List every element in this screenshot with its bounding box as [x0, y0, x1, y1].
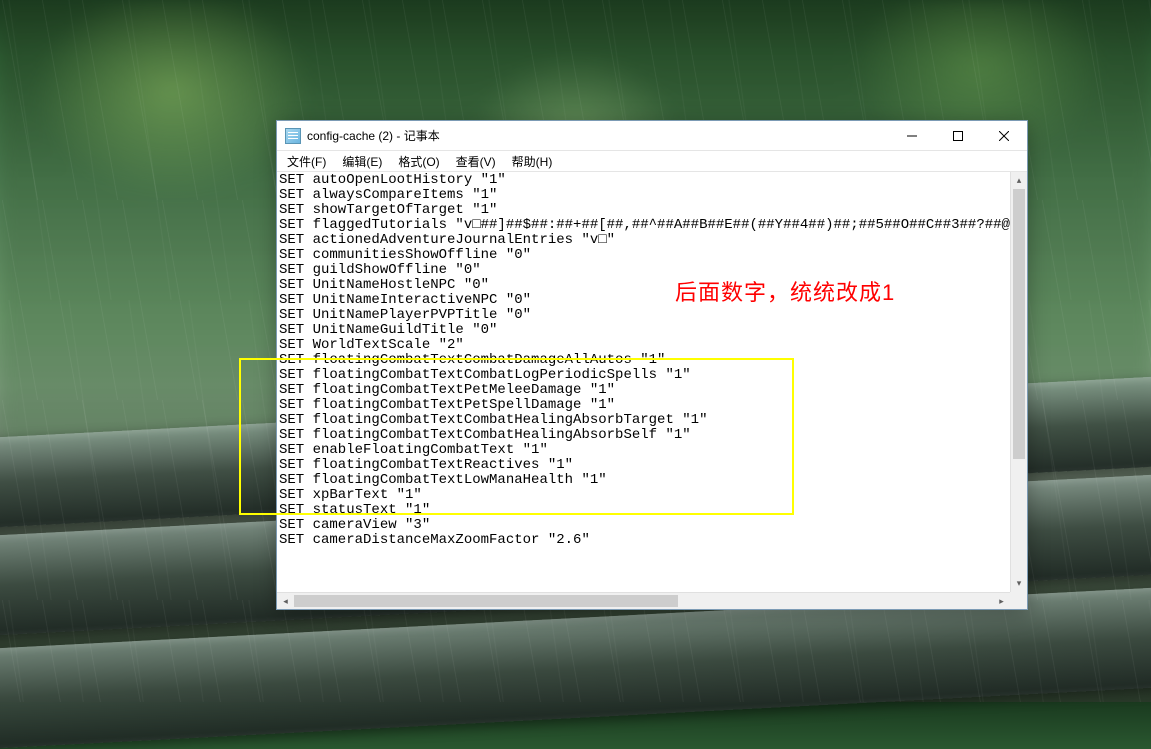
menu-edit[interactable]: 编辑(E): [334, 151, 390, 172]
menubar: 文件(F) 编辑(E) 格式(O) 查看(V) 帮助(H): [277, 151, 1027, 171]
menu-file[interactable]: 文件(F): [279, 151, 334, 172]
scroll-left-button[interactable]: ◂: [277, 593, 294, 609]
scroll-thumb-horizontal[interactable]: [294, 595, 678, 607]
scroll-right-button[interactable]: ▸: [993, 593, 1010, 609]
minimize-button[interactable]: [889, 121, 935, 151]
text-content[interactable]: SET autoOpenLootHistory "1" SET alwaysCo…: [277, 172, 1027, 609]
maximize-button[interactable]: [935, 121, 981, 151]
scroll-track-vertical[interactable]: [1011, 189, 1027, 575]
menu-help[interactable]: 帮助(H): [504, 151, 561, 172]
scrollbar-vertical[interactable]: ▴ ▾: [1010, 172, 1027, 592]
text-area-wrapper: SET autoOpenLootHistory "1" SET alwaysCo…: [277, 171, 1027, 609]
close-button[interactable]: [981, 121, 1027, 151]
menu-view[interactable]: 查看(V): [448, 151, 504, 172]
scroll-thumb-vertical[interactable]: [1013, 189, 1025, 459]
notepad-icon: [285, 128, 301, 144]
notepad-window: config-cache (2) - 记事本 文件(F) 编辑(E) 格式(O)…: [276, 120, 1028, 610]
window-title: config-cache (2) - 记事本: [307, 127, 440, 144]
scrollbar-horizontal[interactable]: ◂ ▸: [277, 592, 1010, 609]
scroll-track-horizontal[interactable]: [294, 593, 993, 609]
menu-format[interactable]: 格式(O): [390, 151, 447, 172]
scrollbar-corner: [1010, 592, 1027, 609]
titlebar[interactable]: config-cache (2) - 记事本: [277, 121, 1027, 151]
scroll-down-button[interactable]: ▾: [1011, 575, 1027, 592]
scroll-up-button[interactable]: ▴: [1011, 172, 1027, 189]
